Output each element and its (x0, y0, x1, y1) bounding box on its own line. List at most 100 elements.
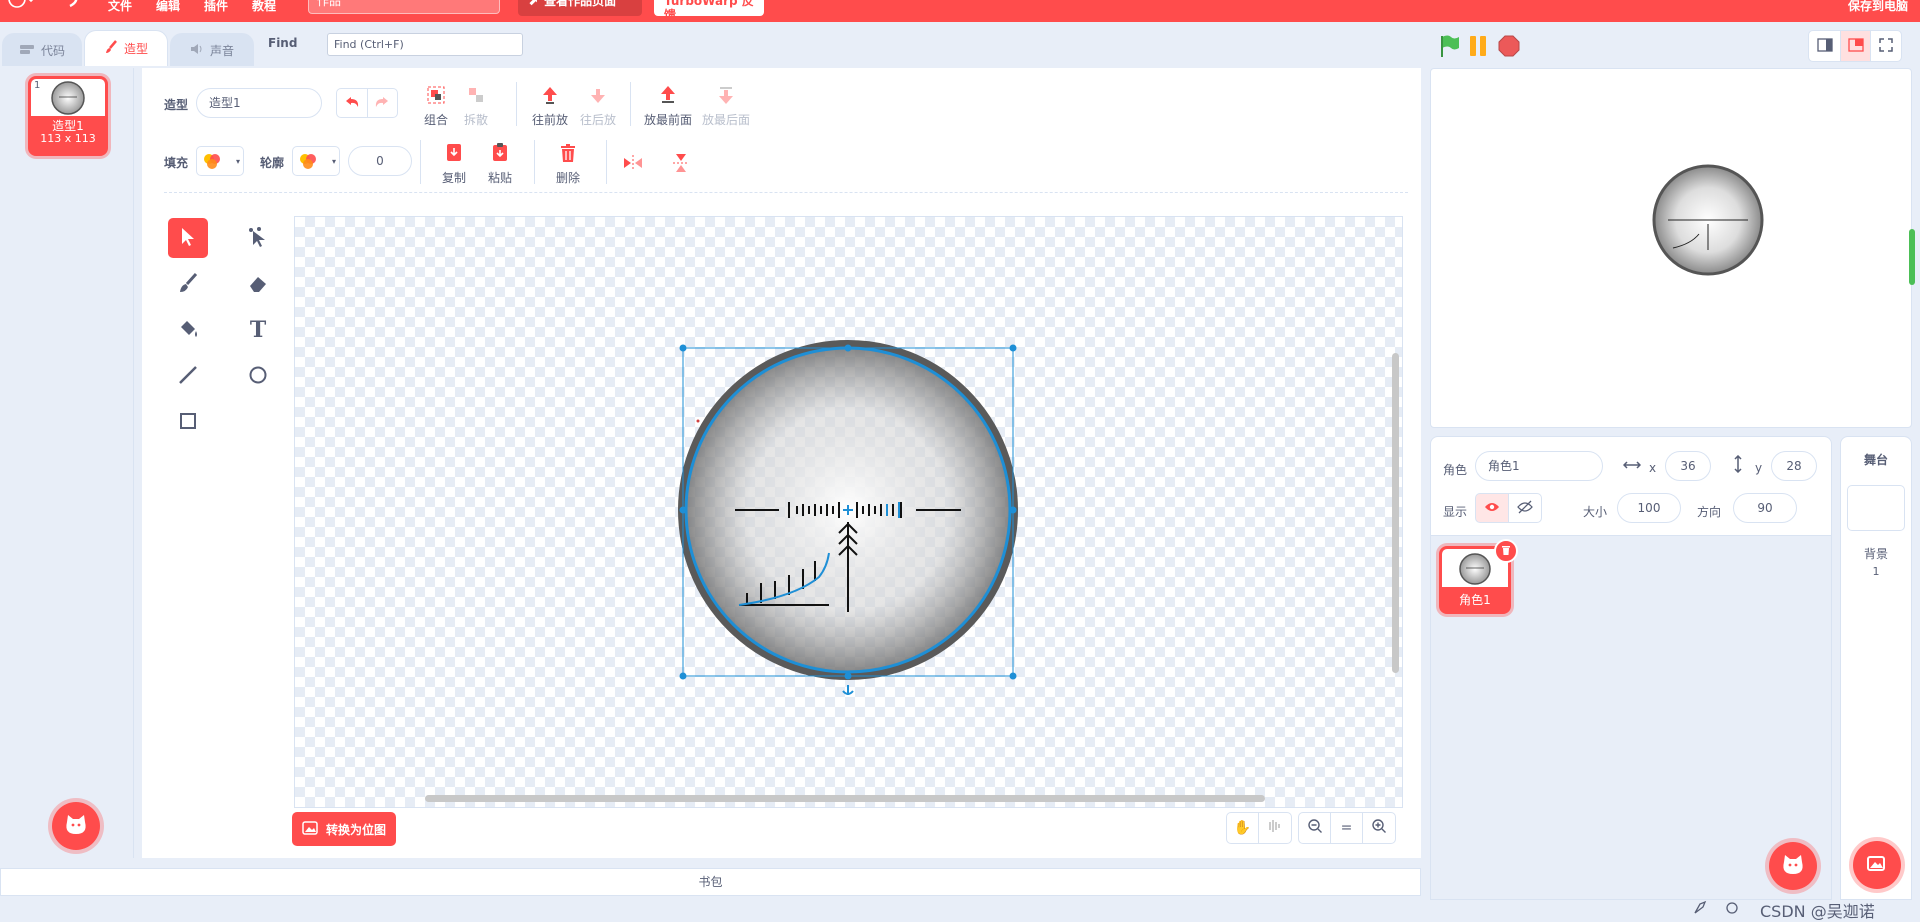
tab-code[interactable]: 代码 (2, 33, 82, 66)
text-tool[interactable]: T (238, 310, 278, 350)
direction-input[interactable]: 90 (1733, 493, 1797, 523)
backward-button[interactable]: 往后放 (580, 84, 616, 128)
project-title-input[interactable]: 作品 (308, 0, 500, 14)
paste-button[interactable]: 粘贴 (488, 142, 512, 186)
trash-icon (557, 142, 579, 167)
brush-tool[interactable] (168, 264, 208, 304)
redo-button[interactable] (368, 89, 398, 117)
feedback-button[interactable]: TurboWarp 反馈 (654, 0, 764, 22)
flip-horizontal-button[interactable] (622, 152, 644, 177)
green-flag-icon[interactable] (1438, 34, 1460, 61)
sprite-tile[interactable]: 角色1 (1439, 539, 1518, 614)
rectangle-tool[interactable] (168, 402, 208, 442)
see-project-button[interactable]: ⬈ 查看作品页面 (518, 0, 642, 16)
turbowarp-logo-icon[interactable] (66, 0, 80, 10)
choose-costume-button[interactable] (52, 802, 100, 850)
zoom-controls: = (1298, 812, 1396, 844)
stage-sprite-render (1652, 164, 1764, 276)
line-icon (177, 364, 199, 389)
group-button[interactable]: 组合 (424, 84, 448, 128)
outline-color-picker[interactable]: ▾ (292, 146, 340, 176)
backpack-header[interactable]: 书包 (0, 868, 1421, 896)
editor-tabs: 代码 造型 声音 (0, 30, 1420, 68)
toolbar-divider (606, 140, 607, 184)
zoom-reset-button[interactable]: = (1331, 813, 1363, 843)
convert-to-bitmap-label: 转换为位图 (325, 822, 386, 837)
backward-label: 往后放 (580, 113, 617, 127)
back-button[interactable]: 放最后面 (702, 84, 750, 128)
menu-bar: 文件 编辑 插件 教程 作品 ⬈ 查看作品页面 TurboWarp 反馈 保存到… (0, 0, 1920, 22)
fill-tool[interactable] (168, 310, 208, 350)
stage-size-group (1808, 30, 1902, 62)
paint-canvas[interactable] (294, 216, 1403, 808)
send-to-back-icon (715, 84, 737, 109)
toolbar-divider (534, 140, 535, 184)
sprite-name-input[interactable]: 角色1 (1475, 451, 1603, 481)
globe-icon[interactable] (8, 0, 36, 10)
pan-button[interactable]: ✋ (1227, 813, 1259, 843)
outline-width-input[interactable]: 0 (348, 146, 412, 176)
menu-addons[interactable]: 插件 (204, 0, 228, 22)
undo-button[interactable] (337, 89, 368, 117)
costume-tile[interactable]: 1 造型1 113 x 113 (28, 76, 108, 156)
show-sprite-button[interactable] (1475, 493, 1509, 523)
eraser-tool[interactable] (238, 264, 278, 304)
flip-vertical-icon (670, 152, 692, 177)
x-input[interactable]: 36 (1665, 451, 1711, 481)
ungroup-button[interactable]: 拆散 (464, 84, 488, 128)
delete-label: 删除 (556, 171, 581, 185)
delete-button[interactable]: 删除 (556, 142, 580, 186)
delete-sprite-button[interactable] (1494, 539, 1518, 563)
menu-tutorials[interactable]: 教程 (252, 0, 276, 22)
sound-bars-button[interactable] (1259, 813, 1291, 843)
hide-sprite-button[interactable] (1508, 493, 1542, 523)
front-button[interactable]: 放最前面 (644, 84, 692, 128)
find-input[interactable]: Find (Ctrl+F) (327, 33, 523, 56)
small-stage-button[interactable] (1809, 31, 1841, 61)
stage-canvas[interactable] (1430, 68, 1915, 428)
reshape-tool[interactable] (238, 218, 278, 258)
choose-sprite-button[interactable] (1769, 842, 1817, 890)
normal-stage-button[interactable] (1841, 31, 1871, 61)
tab-sounds[interactable]: 声音 (170, 33, 254, 66)
hand-icon: ✋ (1233, 820, 1252, 836)
fill-label: 填充 (164, 156, 189, 170)
show-label: 显示 (1443, 505, 1468, 519)
size-input[interactable]: 100 (1617, 493, 1681, 523)
sprite-list: 角色1 (1430, 536, 1832, 900)
fill-color-picker[interactable]: ▾ (196, 146, 244, 176)
fullscreen-button[interactable] (1871, 31, 1901, 61)
flip-vertical-button[interactable] (670, 152, 692, 177)
pause-icon[interactable] (1468, 35, 1490, 60)
tab-sounds-label: 声音 (209, 43, 234, 58)
redo-icon (374, 96, 390, 111)
zoom-out-button[interactable] (1299, 813, 1331, 843)
dropdown-caret-icon: ▾ (331, 157, 336, 166)
size-label: 大小 (1583, 505, 1608, 519)
save-to-computer-button[interactable]: 保存到电脑 (1848, 0, 1908, 22)
zoom-in-button[interactable] (1363, 813, 1395, 843)
costume-name-input[interactable]: 造型1 (196, 88, 322, 118)
choose-backdrop-button[interactable] (1853, 841, 1901, 889)
circle-tool[interactable] (238, 356, 278, 396)
convert-to-bitmap-button[interactable]: 转换为位图 (292, 812, 396, 846)
circle-icon (247, 364, 269, 389)
cat-add-icon (1781, 854, 1805, 879)
find-label: Find (268, 36, 298, 50)
tab-costumes[interactable]: 造型 (84, 30, 168, 66)
color-swatch-icon (201, 150, 223, 175)
share-icon: ⬈ (528, 0, 539, 8)
y-input[interactable]: 28 (1771, 451, 1817, 481)
stop-icon[interactable] (1498, 35, 1520, 60)
menu-file[interactable]: 文件 (108, 0, 132, 22)
bring-to-front-icon (657, 84, 679, 109)
line-tool[interactable] (168, 356, 208, 396)
menu-edit[interactable]: 编辑 (156, 0, 180, 22)
normal-stage-icon (1847, 37, 1864, 55)
copy-button[interactable]: 复制 (442, 142, 466, 186)
select-tool[interactable] (168, 218, 208, 258)
forward-button[interactable]: 往前放 (532, 84, 568, 128)
stage-selector[interactable]: 舞台 背景 1 (1840, 436, 1912, 900)
rectangle-icon (177, 410, 199, 435)
costume-artwork (425, 340, 1399, 802)
